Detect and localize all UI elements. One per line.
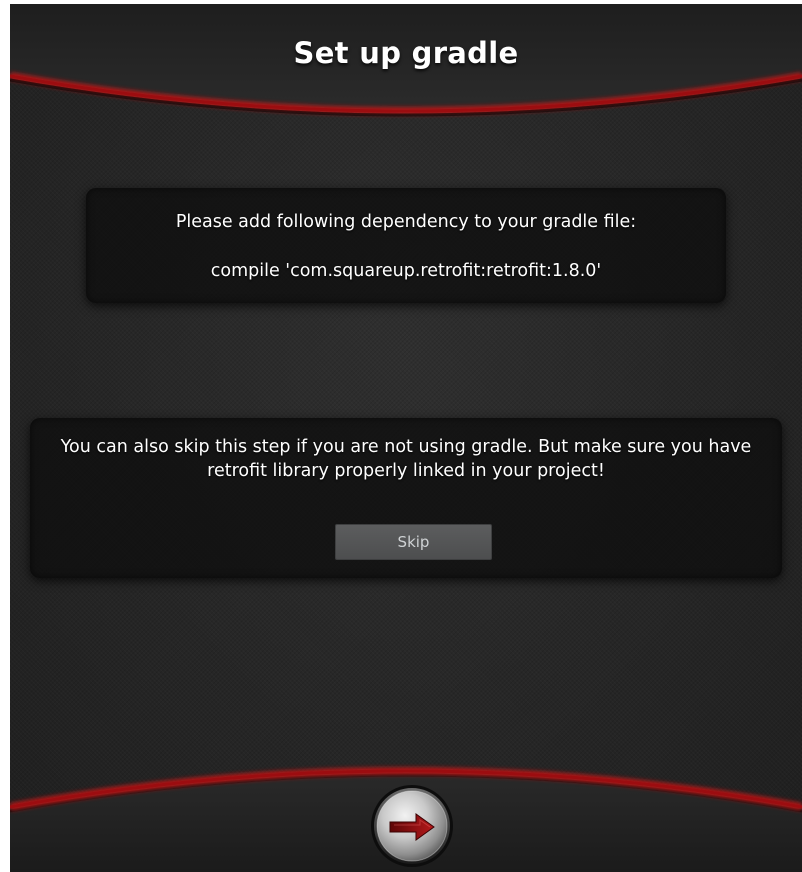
dependency-code: compile 'com.squareup.retrofit:retrofit:… (210, 261, 602, 281)
skip-panel: You can also skip this step if you are n… (30, 418, 782, 578)
skip-message: You can also skip this step if you are n… (60, 437, 752, 481)
page-title: Set up gradle (293, 36, 519, 70)
next-button[interactable] (370, 784, 454, 868)
skip-button[interactable]: Skip (335, 524, 492, 560)
dependency-instruction: Please add following dependency to your … (175, 212, 637, 232)
setup-window: Set up gradle Please add following depen… (10, 4, 802, 872)
arrow-right-icon (371, 785, 453, 867)
dependency-panel: Please add following dependency to your … (86, 188, 726, 303)
